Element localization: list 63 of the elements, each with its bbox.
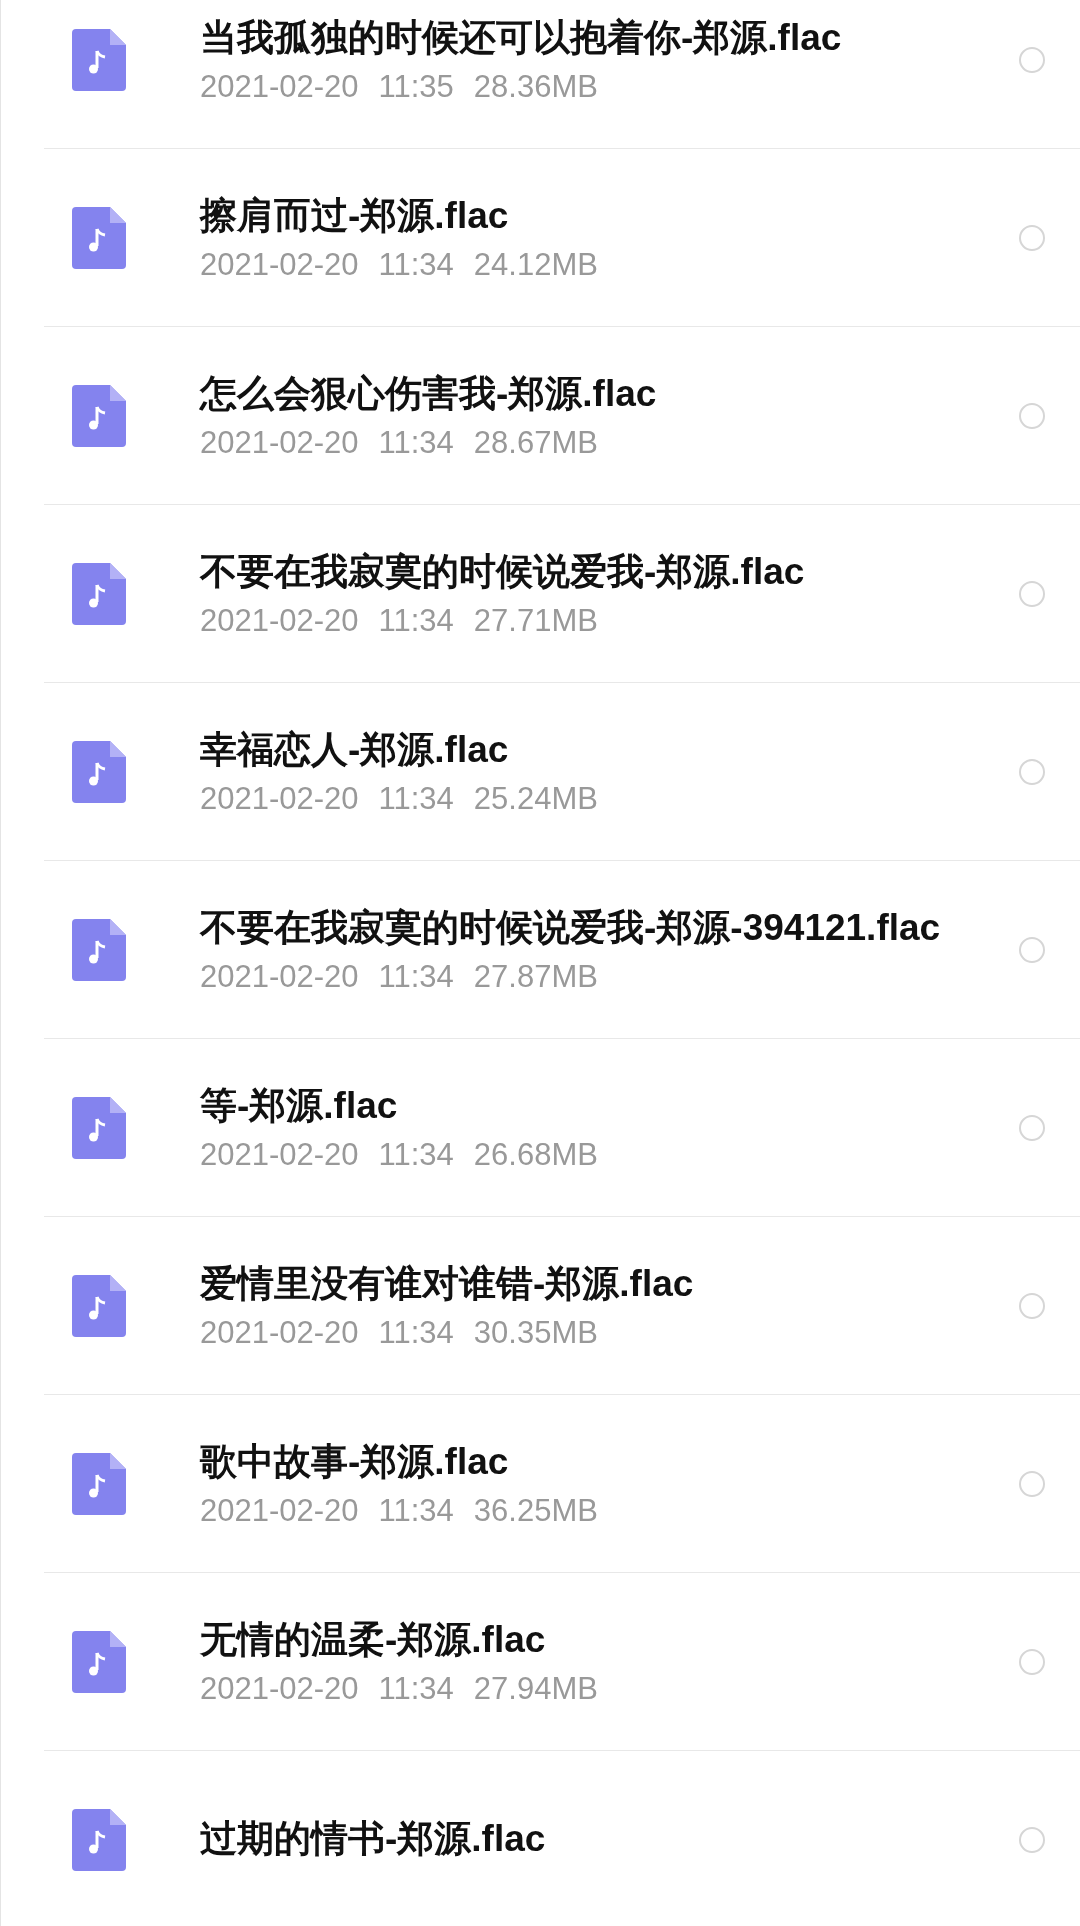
select-radio[interactable] [1019, 936, 1045, 963]
music-file-icon [72, 1452, 126, 1515]
select-radio[interactable] [1019, 1114, 1045, 1141]
file-date: 2021-02-20 [200, 1314, 359, 1351]
file-size: 28.67MB [473, 424, 598, 461]
music-file-icon [72, 1630, 126, 1693]
file-time: 11:34 [378, 1492, 454, 1529]
file-name: 当我孤独的时候还可以抱着你-郑源.flac [200, 16, 843, 61]
select-radio[interactable] [1019, 1470, 1045, 1497]
music-file-icon [72, 562, 126, 625]
file-size: 30.35MB [473, 1314, 598, 1351]
file-date: 2021-02-20 [200, 1670, 359, 1707]
file-name: 怎么会狠心伤害我-郑源.flac [200, 372, 658, 417]
file-size: 36.25MB [473, 1492, 598, 1529]
file-size: 27.71MB [473, 602, 598, 639]
select-radio[interactable] [1019, 46, 1045, 73]
select-radio[interactable] [1019, 580, 1045, 607]
music-file-icon [72, 918, 126, 981]
file-size: 26.68MB [473, 1136, 598, 1173]
file-time: 11:34 [378, 958, 454, 995]
file-date: 2021-02-20 [200, 68, 359, 105]
music-file-icon [72, 1808, 126, 1871]
music-file-icon [72, 206, 126, 269]
music-file-icon [72, 28, 126, 91]
file-time: 11:35 [378, 68, 454, 105]
file-time: 11:34 [378, 602, 454, 639]
select-radio[interactable] [1019, 1292, 1045, 1319]
file-size: 24.12MB [473, 246, 598, 283]
select-radio[interactable] [1019, 1648, 1045, 1675]
file-date: 2021-02-20 [200, 1136, 359, 1173]
music-file-icon [72, 384, 126, 447]
file-name: 不要在我寂寞的时候说爱我-郑源-394121.flac [200, 906, 942, 951]
music-file-icon [72, 1274, 126, 1337]
file-name: 擦肩而过-郑源.flac [200, 194, 510, 239]
file-name: 不要在我寂寞的时候说爱我-郑源.flac [200, 550, 806, 595]
music-file-icon [72, 740, 126, 803]
file-date: 2021-02-20 [200, 424, 359, 461]
file-size: 27.94MB [473, 1670, 598, 1707]
file-name: 过期的情书-郑源.flac [200, 1817, 547, 1862]
select-radio[interactable] [1019, 402, 1045, 429]
select-radio[interactable] [1019, 1826, 1045, 1853]
file-date: 2021-02-20 [200, 246, 359, 283]
music-file-icon [72, 1096, 126, 1159]
file-name: 幸福恋人-郑源.flac [200, 728, 510, 773]
file-time: 11:34 [378, 424, 454, 461]
file-date: 2021-02-20 [200, 1492, 359, 1529]
file-name: 等-郑源.flac [200, 1084, 399, 1129]
file-time: 11:34 [378, 1136, 454, 1173]
file-time: 11:34 [378, 1314, 454, 1351]
file-size: 25.24MB [473, 780, 598, 817]
file-time: 11:34 [378, 246, 454, 283]
file-size: 28.36MB [473, 68, 598, 105]
file-time: 11:34 [378, 1670, 454, 1707]
file-date: 2021-02-20 [200, 602, 359, 639]
file-date: 2021-02-20 [200, 958, 359, 995]
file-name: 爱情里没有谁对谁错-郑源.flac [200, 1262, 695, 1307]
select-radio[interactable] [1019, 224, 1045, 251]
file-name: 无情的温柔-郑源.flac [200, 1618, 547, 1663]
file-name: 歌中故事-郑源.flac [200, 1440, 510, 1485]
select-radio[interactable] [1019, 758, 1045, 785]
file-date: 2021-02-20 [200, 780, 359, 817]
file-time: 11:34 [378, 780, 454, 817]
file-size: 27.87MB [473, 958, 598, 995]
